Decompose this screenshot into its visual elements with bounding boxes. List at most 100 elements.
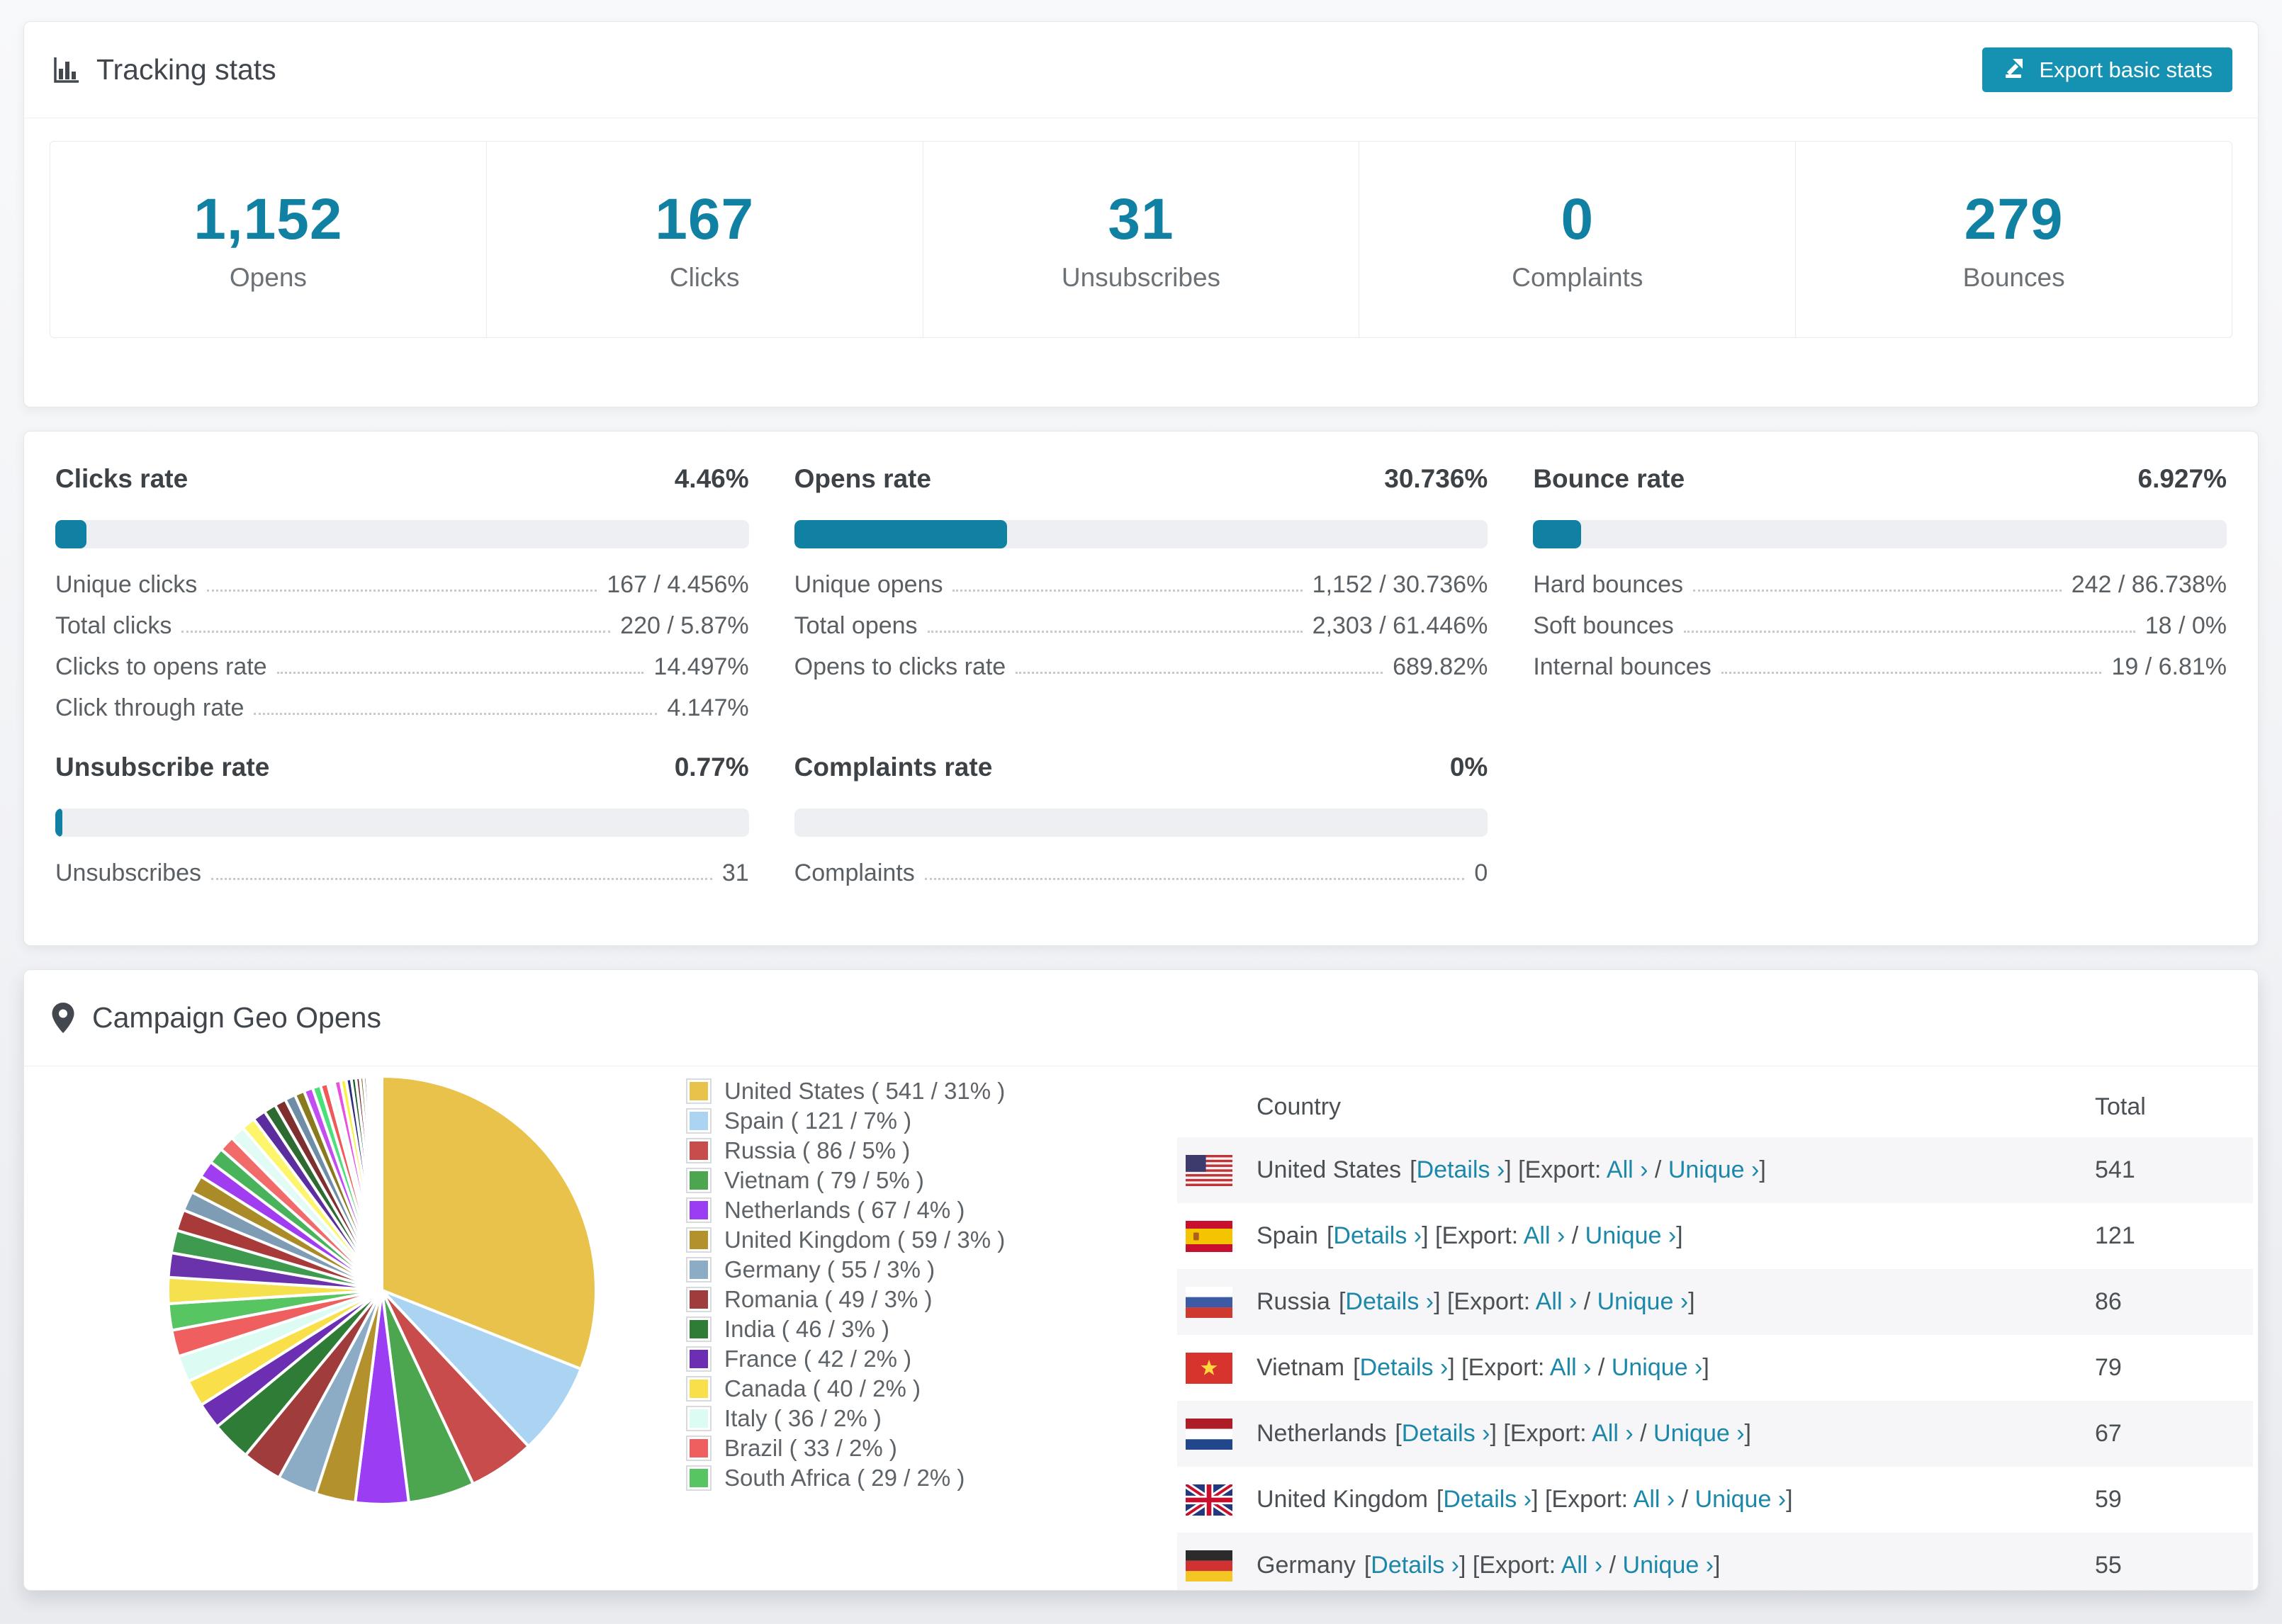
pie-legend-item[interactable]: Netherlands ( 67 / 4% ) [686, 1195, 1005, 1225]
legend-swatch [686, 1346, 712, 1372]
country-flag-icon [1186, 1154, 1232, 1186]
pie-legend-item[interactable]: Vietnam ( 79 / 5% ) [686, 1166, 1005, 1195]
pie-legend-item[interactable]: Germany ( 55 / 3% ) [686, 1255, 1005, 1285]
pie-legend-item[interactable]: United Kingdom ( 59 / 3% ) [686, 1225, 1005, 1255]
rate-stat-label: Unique clicks [55, 571, 198, 598]
rate-stat-value: 19 / 6.81% [2111, 653, 2227, 680]
country-links: [Details ›] [Export: All › / Unique ›] [1395, 1420, 1751, 1447]
legend-label: Italy ( 36 / 2% ) [724, 1405, 882, 1431]
rate-progress-bar [1533, 520, 2227, 548]
details-link[interactable]: Details › [1371, 1552, 1459, 1579]
rate-stat-label: Total clicks [55, 612, 172, 639]
geo-opens-header: Campaign Geo Opens [24, 970, 2258, 1066]
rate-title: Complaints rate [794, 752, 993, 782]
rate-block: Opens rate 30.736% Unique opens 1,152 / … [794, 463, 1488, 720]
details-link[interactable]: Details › [1345, 1288, 1434, 1315]
rate-stat-value: 220 / 5.87% [620, 612, 749, 639]
export-all-link[interactable]: All › [1561, 1552, 1603, 1579]
pie-legend-item[interactable]: Italy ( 36 / 2% ) [686, 1404, 1005, 1433]
dotted-leader [1693, 590, 2062, 592]
stat-cell: 0 Complaints [1359, 142, 1797, 337]
export-unique-link[interactable]: Unique › [1585, 1222, 1677, 1249]
country-name: Russia [1257, 1288, 1330, 1315]
pie-legend-item[interactable]: Russia ( 86 / 5% ) [686, 1136, 1005, 1166]
country-column-header: Country [1257, 1093, 1342, 1120]
rate-stat-row: Opens to clicks rate 689.82% [794, 655, 1488, 679]
geo-opens-body: United States ( 541 / 31% ) Spain ( 121 … [24, 1066, 2258, 1590]
export-unique-link[interactable]: Unique › [1668, 1156, 1760, 1183]
rate-block: Clicks rate 4.46% Unique clicks 167 / 4.… [55, 463, 749, 720]
rate-stat-value: 167 / 4.456% [607, 571, 749, 598]
details-link[interactable]: Details › [1443, 1486, 1531, 1513]
details-link[interactable]: Details › [1417, 1156, 1505, 1183]
pie-slice[interactable] [379, 1074, 383, 1292]
tracking-dashboard-page: Tracking stats Export basic stats 1,152 … [0, 21, 2282, 1624]
legend-swatch [686, 1078, 712, 1104]
export-all-link[interactable]: All › [1550, 1354, 1592, 1381]
pie-legend-item[interactable]: South Africa ( 29 / 2% ) [686, 1463, 1005, 1493]
rate-title-row: Clicks rate 4.46% [55, 463, 749, 495]
rate-title-row: Bounce rate 6.927% [1533, 463, 2227, 495]
rate-block: Complaints rate 0% Complaints 0 [794, 752, 1488, 885]
legend-label: India ( 46 / 3% ) [724, 1316, 889, 1342]
rate-stat-label: Click through rate [55, 694, 244, 721]
tracking-stats-header: Tracking stats Export basic stats [24, 22, 2258, 118]
rate-rows: Unique clicks 167 / 4.456% Total clicks … [55, 573, 749, 720]
stat-cell: 167 Clicks [487, 142, 923, 337]
country-total: 121 [2095, 1222, 2135, 1249]
export-unique-link[interactable]: Unique › [1597, 1288, 1689, 1315]
export-unique-link[interactable]: Unique › [1623, 1552, 1714, 1579]
dotted-leader [952, 590, 1303, 592]
rate-block: Unsubscribe rate 0.77% Unsubscribes 31 [55, 752, 749, 885]
dotted-leader [207, 590, 597, 592]
pie-legend-item[interactable]: Romania ( 49 / 3% ) [686, 1285, 1005, 1314]
export-all-link[interactable]: All › [1536, 1288, 1578, 1315]
rate-stat-label: Complaints [794, 859, 915, 886]
pie-legend-item[interactable]: Canada ( 40 / 2% ) [686, 1374, 1005, 1404]
legend-label: Netherlands ( 67 / 4% ) [724, 1197, 965, 1223]
export-all-link[interactable]: All › [1524, 1222, 1566, 1249]
rate-main-value: 0% [1449, 752, 1488, 782]
country-links: [Details ›] [Export: All › / Unique ›] [1364, 1552, 1721, 1579]
geo-table-row: Netherlands [Details ›] [Export: All › /… [1177, 1401, 2253, 1467]
export-all-link[interactable]: All › [1592, 1420, 1634, 1447]
details-link[interactable]: Details › [1402, 1420, 1490, 1447]
rate-progress-fill [794, 520, 1008, 548]
pie-legend-item[interactable]: France ( 42 / 2% ) [686, 1344, 1005, 1374]
rate-title-row: Opens rate 30.736% [794, 463, 1488, 495]
rate-stat-value: 1,152 / 30.736% [1312, 571, 1488, 598]
export-unique-link[interactable]: Unique › [1612, 1354, 1703, 1381]
legend-swatch [686, 1406, 712, 1431]
pie-legend-item[interactable]: India ( 46 / 3% ) [686, 1314, 1005, 1344]
pie-legend-item[interactable]: United States ( 541 / 31% ) [686, 1076, 1005, 1106]
rates-grid: Clicks rate 4.46% Unique clicks 167 / 4.… [24, 432, 2258, 885]
dotted-leader [924, 878, 1465, 880]
details-link[interactable]: Details › [1360, 1354, 1449, 1381]
export-unique-link[interactable]: Unique › [1653, 1420, 1745, 1447]
legend-label: South Africa ( 29 / 2% ) [724, 1465, 965, 1491]
export-all-link[interactable]: All › [1607, 1156, 1648, 1183]
details-link[interactable]: Details › [1333, 1222, 1422, 1249]
export-unique-link[interactable]: Unique › [1695, 1486, 1787, 1513]
country-name: Vietnam [1257, 1354, 1345, 1381]
rate-stat-row: Soft bounces 18 / 0% [1533, 614, 2227, 638]
tracking-stats-title-text: Tracking stats [96, 53, 276, 86]
tracking-stats-title: Tracking stats [50, 53, 276, 86]
dotted-leader [1016, 672, 1383, 674]
legend-swatch [686, 1197, 712, 1223]
geo-table-header: Country Total [1177, 1076, 2253, 1137]
pie-legend-item[interactable]: Spain ( 121 / 7% ) [686, 1106, 1005, 1136]
pie-legend-item[interactable]: Brazil ( 33 / 2% ) [686, 1433, 1005, 1463]
legend-swatch [686, 1287, 712, 1312]
rate-stat-row: Clicks to opens rate 14.497% [55, 655, 749, 679]
rate-rows: Complaints 0 [794, 861, 1488, 885]
legend-label: Romania ( 49 / 3% ) [724, 1286, 933, 1312]
country-total: 59 [2095, 1486, 2122, 1513]
legend-label: United States ( 541 / 31% ) [724, 1078, 1006, 1104]
rate-progress-bar [55, 808, 749, 837]
geo-opens-title-text: Campaign Geo Opens [92, 1001, 381, 1034]
export-all-link[interactable]: All › [1634, 1486, 1675, 1513]
country-total: 79 [2095, 1354, 2122, 1381]
export-basic-stats-button[interactable]: Export basic stats [1982, 47, 2232, 92]
stat-cell: 1,152 Opens [50, 142, 487, 337]
